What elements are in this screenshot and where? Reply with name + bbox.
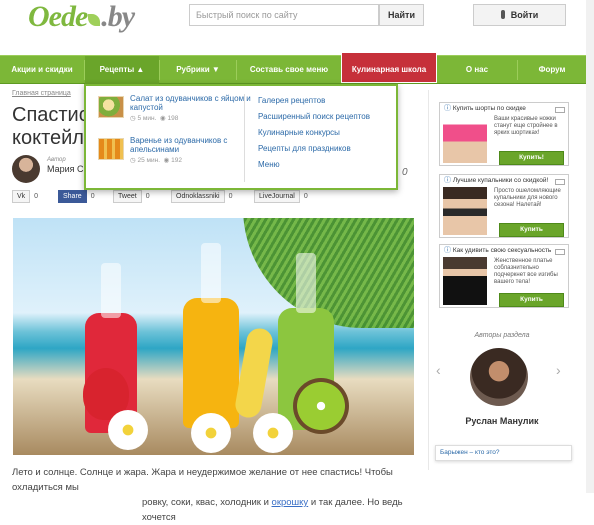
nav-item-forum[interactable]: Форум — [518, 56, 586, 84]
recipes-dropdown: Салат из одуванчиков с яйцом и капустой … — [84, 84, 398, 190]
share-odnoklassniki[interactable]: Odnoklassniki 0 — [171, 190, 232, 203]
recipe-thumbnail — [98, 138, 124, 160]
breadcrumb[interactable]: Главная страница — [12, 90, 71, 97]
nav-item-rubrics[interactable]: Рубрики ▼ — [160, 56, 236, 84]
link-holiday-recipes[interactable]: Рецепты для праздников — [258, 144, 351, 153]
main-nav: Акции и скидки Рецепты ▲ Рубрики ▼ Соста… — [0, 53, 594, 84]
ad-swimsuits[interactable]: ⓘ Лучшие купальники со скидкой! Просто о… — [439, 174, 569, 238]
ad-buy-button[interactable]: Купить — [499, 223, 564, 237]
ad-shorts[interactable]: ⓘ Купить шорты по скидке Ваши красивые н… — [439, 102, 569, 166]
ad-image — [443, 187, 487, 235]
share-livejournal[interactable]: LiveJournal 0 — [254, 190, 308, 203]
link-menu[interactable]: Меню — [258, 160, 280, 169]
chevron-right-icon[interactable]: › — [556, 362, 561, 378]
author-name[interactable]: Мария С — [47, 164, 84, 174]
info-icon: ⓘ — [444, 247, 451, 254]
author-name[interactable]: Руслан Манулик — [432, 416, 572, 426]
link-contests[interactable]: Кулинарные конкурсы — [258, 128, 340, 137]
rating-count: 0 — [402, 167, 408, 178]
author-photo[interactable] — [470, 348, 528, 406]
ad-buy-button[interactable]: Купить! — [499, 151, 564, 165]
info-icon: ⓘ — [444, 177, 451, 184]
author-label: Автор — [47, 157, 66, 163]
avatar[interactable] — [12, 155, 40, 183]
scrollbar[interactable] — [586, 0, 594, 493]
leaf-icon — [88, 14, 101, 26]
clock-icon: ◷ — [130, 157, 136, 164]
key-icon — [500, 10, 505, 19]
share-twitter[interactable]: Tweet 0 — [113, 190, 150, 203]
login-button[interactable]: Войти — [473, 4, 566, 26]
ad-image — [443, 257, 487, 305]
link-advanced-search[interactable]: Расширенный поиск рецептов — [258, 112, 370, 121]
nav-item-cooking-school[interactable]: Кулинарная школа — [341, 53, 437, 83]
orange-juice-bottle — [183, 298, 239, 428]
ad-image — [443, 115, 487, 163]
ad-buy-button[interactable]: Купить — [499, 293, 564, 307]
okroshka-link[interactable]: окрошку — [272, 497, 309, 508]
eye-icon: ◉ — [163, 157, 170, 164]
search-input[interactable]: Быстрый поиск по сайту — [189, 4, 379, 26]
nav-item-sales[interactable]: Акции и скидки — [0, 56, 84, 84]
article-body: Лето и солнце. Солнце и жара. Жара и неу… — [12, 467, 403, 523]
eye-icon: ◉ — [160, 115, 166, 122]
nav-item-about[interactable]: О нас — [437, 56, 517, 84]
chevron-left-icon[interactable]: ‹ — [436, 362, 441, 378]
search-button[interactable]: Найти — [379, 4, 424, 26]
share-facebook[interactable]: Share 0 — [58, 190, 95, 203]
nav-item-make-menu[interactable]: Составь свое меню — [237, 56, 341, 84]
link-gallery[interactable]: Галерея рецептов — [258, 96, 325, 105]
hero-image — [13, 218, 414, 455]
site-logo[interactable]: Oede .by — [28, 0, 135, 34]
info-icon: ⓘ — [444, 105, 451, 112]
share-vk[interactable]: Vk 0 — [12, 190, 38, 203]
baryah-link[interactable]: Барыжен – кто это? — [435, 445, 572, 461]
header: Oede .by Быстрый поиск по сайту Найти Вой… — [0, 0, 594, 55]
recipe-thumbnail — [98, 96, 124, 118]
clock-icon: ◷ — [130, 115, 136, 122]
nav-item-recipes[interactable]: Рецепты ▲ — [85, 56, 159, 84]
ad-dress[interactable]: ⓘ Как удивить свою сексуальность Женстве… — [439, 244, 569, 308]
